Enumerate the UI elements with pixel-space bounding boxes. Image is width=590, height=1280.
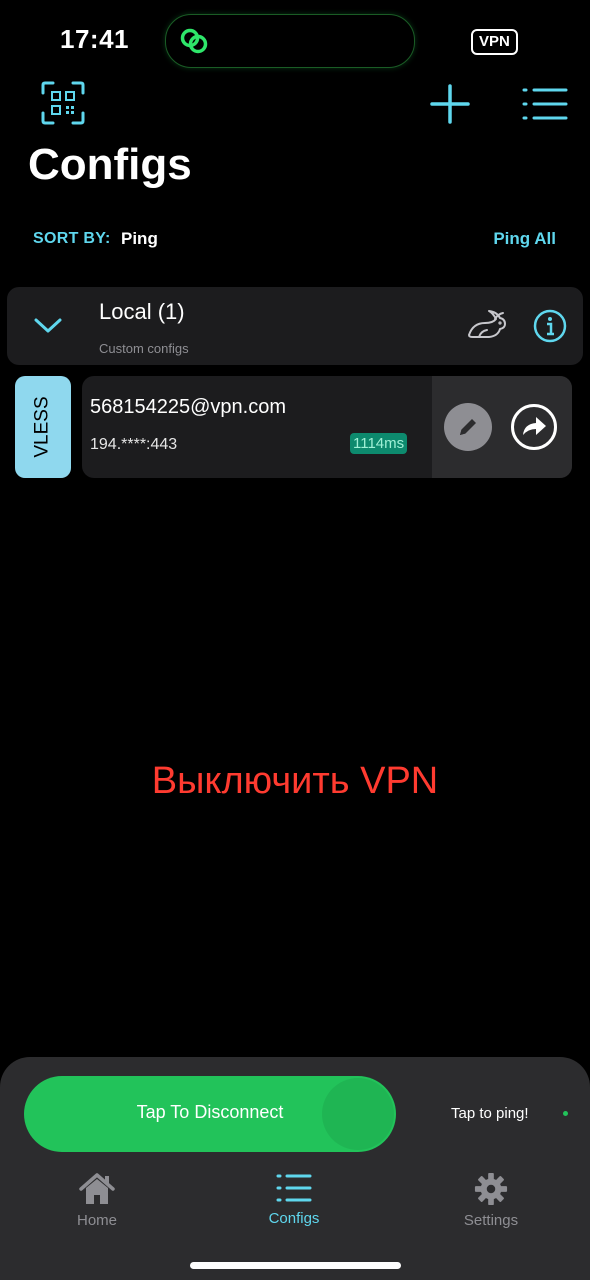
info-icon[interactable] (533, 309, 567, 343)
tab-configs[interactable]: Configs (234, 1172, 354, 1227)
tab-home-label: Home (76, 1212, 117, 1229)
disconnect-label: Tap To Disconnect (136, 1102, 284, 1122)
group-subtitle: Custom configs (99, 341, 189, 356)
plus-icon[interactable] (430, 84, 470, 124)
disconnect-button[interactable]: Tap To Disconnect (24, 1076, 396, 1152)
group-title: Local (1) (99, 299, 185, 324)
dynamic-island[interactable] (165, 14, 415, 68)
chevron-down-icon[interactable] (31, 315, 65, 337)
tab-settings-label: Settings (463, 1212, 519, 1229)
list-icon[interactable] (522, 86, 568, 122)
home-indicator[interactable] (190, 1262, 401, 1269)
config-item[interactable]: 568154225@vpn.com 194.****:443 1114ms (82, 376, 572, 478)
config-name: 568154225@vpn.com (90, 396, 286, 418)
tab-settings[interactable]: Settings (431, 1172, 551, 1229)
qr-scan-icon[interactable] (40, 80, 86, 126)
protocol-tag: VLESS (15, 376, 71, 478)
list-icon (276, 1174, 312, 1202)
ping-indicator-dot (563, 1111, 568, 1116)
tap-to-ping[interactable]: Tap to ping! (451, 1105, 529, 1122)
vpn-status-badge: VPN (471, 29, 518, 55)
ping-badge: 1114ms (350, 433, 408, 454)
config-address: 194.****:443 (90, 436, 178, 453)
config-actions (432, 376, 572, 478)
protocol-tag-label: VLESS (32, 396, 54, 458)
tab-configs-label: Configs (268, 1210, 320, 1227)
sort-by-label: SORT BY: (33, 230, 111, 247)
screen: 17:41 VPN Configs SORT BY: Ping Ping All… (0, 0, 590, 1280)
config-group-local[interactable]: Local (1) Custom configs (7, 287, 583, 365)
link-icon (180, 28, 208, 54)
vpn-off-message[interactable]: Выключить VPN (0, 760, 590, 803)
share-icon[interactable] (510, 403, 558, 451)
page-title: Configs (28, 140, 192, 189)
edit-button[interactable] (444, 403, 492, 451)
rabbit-icon[interactable] (465, 309, 507, 343)
pencil-icon (460, 419, 476, 435)
tab-home[interactable]: Home (37, 1172, 157, 1229)
ping-all-button[interactable]: Ping All (493, 229, 556, 249)
bottom-panel: Tap To Disconnect Tap to ping! Home Conf… (0, 1057, 590, 1280)
gear-icon (474, 1172, 508, 1206)
sort-by-value[interactable]: Ping (121, 229, 158, 249)
home-icon (79, 1173, 115, 1204)
status-time: 17:41 (60, 24, 129, 54)
